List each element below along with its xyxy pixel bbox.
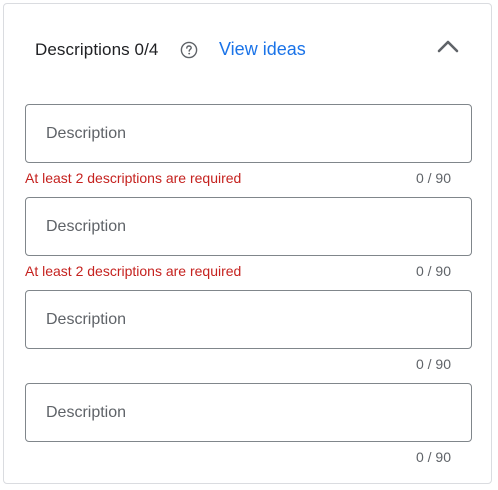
chevron-up-icon[interactable]	[437, 38, 459, 54]
help-circle-icon[interactable]	[180, 41, 198, 59]
descriptions-panel: Descriptions 0/4 View ideas At least 2 d…	[3, 3, 492, 484]
description-counter-3: 0 / 90	[415, 356, 451, 372]
description-field-3[interactable]	[25, 290, 472, 349]
description-field-4[interactable]	[25, 383, 472, 442]
descriptions-title: Descriptions 0/4	[35, 40, 159, 59]
view-ideas-link[interactable]: View ideas	[219, 39, 306, 60]
description-input-3[interactable]	[26, 291, 471, 348]
description-field-1[interactable]	[25, 104, 472, 163]
description-counter-1: 0 / 90	[415, 170, 451, 186]
description-input-2[interactable]	[26, 198, 471, 255]
description-counter-2: 0 / 90	[415, 263, 451, 279]
description-input-4[interactable]	[26, 384, 471, 441]
description-counter-4: 0 / 90	[415, 449, 451, 465]
description-error-2: At least 2 descriptions are required	[25, 263, 242, 279]
panel-header: Descriptions 0/4 View ideas	[4, 4, 491, 94]
description-input-1[interactable]	[26, 105, 471, 162]
description-field-2[interactable]	[25, 197, 472, 256]
description-error-1: At least 2 descriptions are required	[25, 170, 242, 186]
